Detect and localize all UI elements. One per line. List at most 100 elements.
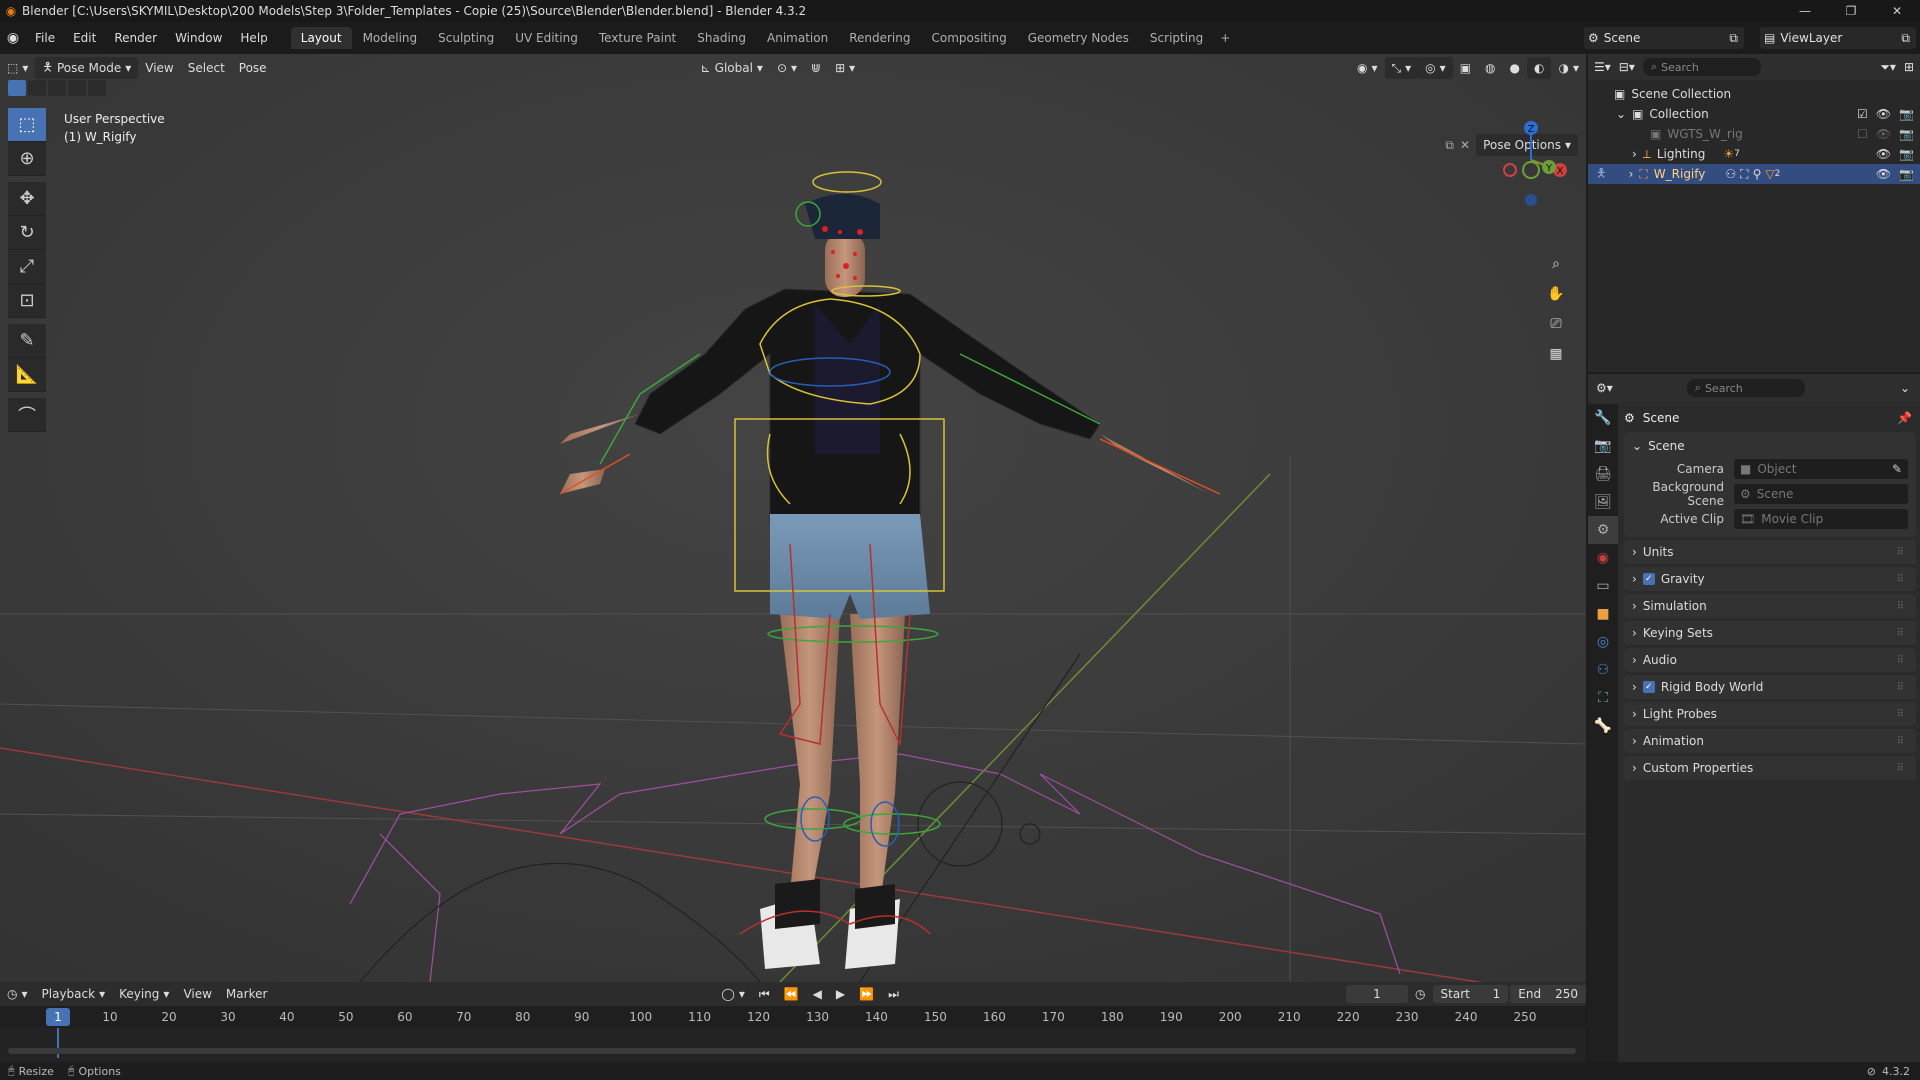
tab-texture-paint[interactable]: Texture Paint [589,27,686,49]
auto-keying-toggle[interactable]: ◯ ▾ [714,983,751,1005]
pin-icon[interactable]: 📌 [1897,411,1912,425]
rigid-body-checkbox[interactable]: ✓ [1642,681,1655,693]
close-icon[interactable]: ✕ [1460,138,1470,152]
select-intersect-icon[interactable] [88,80,106,96]
chevron-down-icon[interactable]: ⌄ [1900,381,1910,395]
tool-properties-icon[interactable]: 🔧 [1588,404,1618,432]
camera-field[interactable]: ■ Object ✎ [1734,458,1908,479]
play-button[interactable]: ▶ [829,983,852,1005]
outliner-editor-icon[interactable]: ☰▾ [1594,60,1611,74]
render-properties-icon[interactable]: 📷 [1588,432,1618,460]
outliner-row-w-rigify[interactable]: 🯅 › ⛶ W_Rigify ⚇ ⛶ ⚲ ▽ 2 👁 📷 [1588,164,1920,184]
perspective-toggle-icon[interactable]: ▦ [1544,342,1568,366]
outliner-row-scene-collection[interactable]: ▣ Scene Collection [1588,84,1920,104]
jump-end-button[interactable]: ⏭ [881,983,906,1005]
chevron-right-icon[interactable]: › [1632,147,1637,161]
select-new-icon[interactable] [8,80,26,96]
constraint-properties-icon[interactable]: ⚇ [1588,656,1618,684]
tab-layout[interactable]: Layout [290,27,352,49]
gizmo-toggle[interactable]: ⤡ ▾ [1384,57,1419,79]
jump-keyframe-forward-button[interactable]: ⏩ [852,983,881,1005]
scene-properties-icon[interactable]: ⚙ [1588,516,1618,544]
tab-scripting[interactable]: Scripting [1140,27,1213,49]
panel-light-probes[interactable]: › Light Probes ⠿ [1624,702,1916,726]
tab-rendering[interactable]: Rendering [839,27,920,49]
eye-icon[interactable]: 👁 [1876,147,1891,161]
end-frame-field[interactable]: End 250 [1510,985,1586,1003]
play-reverse-button[interactable]: ◀ [806,983,829,1005]
shading-wireframe[interactable]: ◍ [1478,57,1502,79]
menu-file[interactable]: File [26,31,64,45]
scale-tool[interactable]: ⤢ [8,250,46,284]
maximize-button[interactable]: ❐ [1828,0,1874,22]
outliner-row-lighting[interactable]: › ⟂ Lighting ☀ 7 👁 📷 [1588,144,1920,164]
tab-modeling[interactable]: Modeling [353,27,428,49]
new-collection-icon[interactable]: ⊞ [1904,60,1914,74]
menu-window[interactable]: Window [166,31,231,45]
drag-handle-icon[interactable]: ⠿ [1897,682,1904,693]
background-scene-field[interactable]: ⚙ Scene [1734,483,1908,504]
menu-playback[interactable]: Playback ▾ [35,983,113,1005]
menu-edit[interactable]: Edit [64,31,105,45]
eyedropper-icon[interactable]: ✎ [1892,462,1902,476]
snap-target-button[interactable]: ⊞ ▾ [828,57,862,79]
panel-custom-properties[interactable]: › Custom Properties ⠿ [1624,756,1916,780]
physics-properties-icon[interactable]: ◎ [1588,628,1618,656]
menu-select[interactable]: Select [181,57,232,79]
menu-render[interactable]: Render [105,31,166,45]
preview-range-icon[interactable]: ◷ [1408,983,1432,1005]
tab-geometry-nodes[interactable]: Geometry Nodes [1018,27,1139,49]
object-properties-icon[interactable]: ■ [1588,600,1618,628]
view-layer-properties-icon[interactable]: 🖼 [1588,488,1618,516]
panel-gravity[interactable]: › ✓ Gravity ⠿ [1624,567,1916,591]
jump-keyframe-back-button[interactable]: ⏪ [777,983,806,1005]
add-workspace-button[interactable]: + [1214,27,1236,49]
data-properties-icon[interactable]: ⛶ [1588,684,1618,712]
drag-handle-icon[interactable]: ⠿ [1897,547,1904,558]
timeline-editor-type-button[interactable]: ◷ ▾ [0,983,35,1005]
eye-icon[interactable]: 👁 [1876,107,1891,121]
drag-handle-icon[interactable]: ⠿ [1897,574,1904,585]
tab-uv-editing[interactable]: UV Editing [505,27,588,49]
snap-toggle[interactable]: ⋓ [804,57,828,79]
menu-help[interactable]: Help [231,31,276,45]
active-clip-field[interactable]: 🎞 Movie Clip [1734,508,1908,529]
camera-icon[interactable]: 📷 [1899,107,1914,121]
panel-audio[interactable]: › Audio ⠿ [1624,648,1916,672]
measure-tool[interactable]: 📐 [8,358,46,392]
close-window-button[interactable]: ✕ [1874,0,1920,22]
pose-mode-icon[interactable]: 🯅 [1596,164,1607,185]
new-viewlayer-icon[interactable]: ⧉ [1901,31,1910,46]
shading-rendered[interactable]: ◑ ▾ [1551,57,1586,79]
relax-tool[interactable]: ⌒ [8,398,46,432]
panel-animation[interactable]: › Animation ⠿ [1624,729,1916,753]
transform-tool[interactable]: ⊡ [8,284,46,318]
start-frame-field[interactable]: Start 1 [1432,985,1509,1003]
outliner-search-input[interactable]: ⌕ Search [1642,58,1761,76]
editor-type-button[interactable]: ⬚ ▾ [0,57,35,79]
scene-panel-header[interactable]: ⌄ Scene [1632,436,1908,456]
chevron-down-icon[interactable]: ⌄ [1616,107,1626,121]
panel-units[interactable]: › Units ⠿ [1624,540,1916,564]
menu-pose[interactable]: Pose [232,57,274,79]
playhead-frame-indicator[interactable]: 1 [46,1008,70,1026]
menu-timeline-view[interactable]: View [176,983,218,1005]
properties-search-input[interactable]: ⌕ Search [1686,379,1805,397]
navigation-gizmo[interactable]: Z X Y [1486,110,1576,210]
xray-toggle[interactable]: ▣ [1453,57,1478,79]
pan-hand-icon[interactable]: ✋ [1544,282,1568,306]
display-mode-icon[interactable]: ⊟▾ [1619,60,1635,74]
filter-icon[interactable]: ⏷▾ [1880,60,1896,75]
minimize-button[interactable]: — [1782,0,1828,22]
annotate-tool[interactable]: ✎ [8,324,46,358]
camera-icon[interactable]: 📷 [1899,167,1914,181]
viewlayer-selector[interactable]: ▤ ViewLayer ⧉ [1760,27,1916,49]
select-extend-icon[interactable] [28,80,46,96]
bone-properties-icon[interactable]: 🦴 [1588,712,1618,740]
checkbox-empty-icon[interactable]: ☐ [1857,127,1868,141]
select-box-tool[interactable]: ⬚ [8,108,46,142]
panel-keying-sets[interactable]: › Keying Sets ⠿ [1624,621,1916,645]
gravity-checkbox[interactable]: ✓ [1642,573,1655,585]
world-properties-icon[interactable]: ◉ [1588,544,1618,572]
menu-view[interactable]: View [138,57,180,79]
